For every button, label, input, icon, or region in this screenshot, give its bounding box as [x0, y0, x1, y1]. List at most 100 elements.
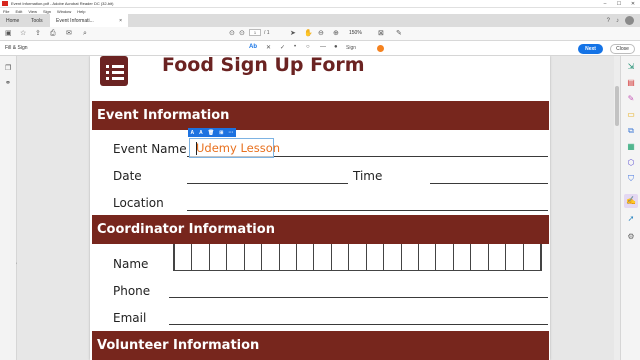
- mail-icon[interactable]: ✉: [66, 29, 72, 39]
- tab-document[interactable]: Event Informati... ×: [50, 14, 128, 27]
- bell-icon[interactable]: ♪: [616, 18, 619, 24]
- close-window-button[interactable]: ✕: [626, 0, 640, 8]
- comment-icon[interactable]: ▭: [626, 110, 636, 120]
- fit-page-icon[interactable]: ⊠: [378, 29, 384, 39]
- grow-font-button[interactable]: A: [199, 130, 203, 136]
- acrobat-app-icon: [2, 1, 8, 6]
- select-cursor-icon[interactable]: ➤: [290, 29, 296, 39]
- location-label: Location: [113, 196, 164, 210]
- time-line[interactable]: [430, 183, 548, 184]
- save-icon[interactable]: ▣: [5, 29, 12, 39]
- comb-cell-divider: [488, 244, 489, 271]
- dot-tool[interactable]: •: [294, 44, 296, 50]
- sign-button[interactable]: Sign: [346, 45, 356, 51]
- page-total: / 1: [264, 29, 270, 36]
- email-line[interactable]: [169, 324, 548, 325]
- scrollbar-thumb[interactable]: [615, 86, 619, 126]
- organize-icon[interactable]: ▦: [626, 142, 636, 152]
- pages-icon[interactable]: ❐: [5, 64, 11, 72]
- comb-cell-divider: [226, 244, 227, 271]
- upload-icon[interactable]: ⇪: [35, 29, 41, 39]
- location-line[interactable]: [187, 210, 548, 211]
- star-icon[interactable]: ☆: [20, 29, 26, 39]
- form-title: Food Sign Up Form: [162, 56, 365, 76]
- menu-view[interactable]: View: [28, 9, 37, 14]
- name-comb-field[interactable]: [173, 244, 542, 271]
- comb-icon[interactable]: ⊞: [219, 130, 223, 136]
- menu-window[interactable]: Window: [57, 9, 71, 14]
- tab-tools[interactable]: Tools: [25, 14, 50, 27]
- phone-label: Phone: [113, 284, 151, 298]
- section-coordinator-information: Coordinator Information: [92, 215, 549, 244]
- edit-pdf-icon[interactable]: ✎: [626, 94, 636, 104]
- zoom-level[interactable]: 150%: [349, 30, 362, 36]
- tabbar-right: ? ♪: [601, 16, 634, 25]
- comb-cell-divider: [348, 244, 349, 271]
- comb-cell-divider: [209, 244, 210, 271]
- comb-cell-divider: [313, 244, 314, 271]
- date-line[interactable]: [187, 183, 348, 184]
- menu-edit[interactable]: Edit: [15, 9, 22, 14]
- create-pdf-icon[interactable]: ▤: [626, 78, 636, 88]
- title-bar: Event Information.pdf - Adobe Acrobat Re…: [0, 0, 640, 8]
- close-button[interactable]: Close: [610, 44, 635, 54]
- menu-file[interactable]: File: [3, 9, 9, 14]
- fill-sign-icon[interactable]: ✍: [626, 196, 636, 206]
- section-event-information: Event Information: [92, 101, 549, 130]
- comb-cell-divider: [418, 244, 419, 271]
- comb-cell-divider: [191, 244, 192, 271]
- delete-icon[interactable]: 🗑: [208, 130, 214, 136]
- shrink-font-button[interactable]: A: [191, 130, 195, 136]
- page-navigator: 1 / 1: [249, 29, 270, 36]
- pdf-page: Food Sign Up Form Event Information Even…: [90, 56, 550, 360]
- comb-cell-divider: [540, 244, 541, 271]
- comb-cell-divider: [453, 244, 454, 271]
- comb-cell-divider: [279, 244, 280, 271]
- protect-icon[interactable]: ⬡: [626, 158, 636, 168]
- right-tools-panel: ⇲ ▤ ✎ ▭ ⧉ ▦ ⬡ ⛉ ✍ ➚ ⚙: [620, 56, 640, 360]
- phone-line[interactable]: [169, 297, 548, 298]
- maximize-button[interactable]: ☐: [612, 0, 626, 8]
- event-name-label: Event Name: [113, 142, 187, 156]
- zoom-out-icon[interactable]: ⊖: [318, 29, 324, 39]
- add-text-tool[interactable]: Ab: [249, 44, 257, 50]
- print-icon[interactable]: ⎙: [50, 29, 56, 39]
- comb-cell-divider: [296, 244, 297, 271]
- time-label: Time: [353, 169, 383, 183]
- zoom-in-icon[interactable]: ⊕: [333, 29, 339, 39]
- more-tools-icon[interactable]: ⚙: [626, 232, 636, 242]
- event-name-textbox[interactable]: Udemy Lesson: [189, 138, 280, 158]
- email-label: Email: [113, 311, 147, 325]
- send-icon[interactable]: ➚: [626, 214, 636, 224]
- highlight-icon[interactable]: ✎: [396, 29, 402, 39]
- attachment-icon[interactable]: ⚭: [5, 79, 11, 87]
- search-icon[interactable]: ⌕: [83, 29, 87, 39]
- window-title: Event Information.pdf - Adobe Acrobat Re…: [11, 1, 114, 6]
- comb-cell-divider: [383, 244, 384, 271]
- hand-icon[interactable]: ✋: [304, 29, 313, 39]
- export-pdf-icon[interactable]: ⇲: [626, 62, 636, 72]
- bullet-tool[interactable]: ●: [334, 44, 338, 50]
- next-button[interactable]: Next: [578, 44, 603, 54]
- window-controls: – ☐ ✕: [598, 0, 640, 8]
- avatar[interactable]: [625, 16, 634, 25]
- event-name-value[interactable]: Udemy Lesson: [196, 141, 280, 155]
- tab-home[interactable]: Home: [0, 14, 25, 27]
- page-down-icon[interactable]: ⊙: [239, 29, 245, 39]
- acrobat-window: Event Information.pdf - Adobe Acrobat Re…: [0, 0, 640, 360]
- menu-help[interactable]: Help: [77, 9, 85, 14]
- minimize-button[interactable]: –: [598, 0, 612, 8]
- circle-tool[interactable]: ○: [306, 44, 310, 50]
- tab-close-icon[interactable]: ×: [119, 18, 122, 24]
- more-icon[interactable]: ···: [228, 130, 233, 136]
- menu-sign[interactable]: Sign: [43, 9, 51, 14]
- page-up-icon[interactable]: ⊙: [229, 29, 235, 39]
- line-tool[interactable]: —: [320, 44, 326, 50]
- cross-tool[interactable]: ✕: [266, 44, 271, 51]
- shield-icon[interactable]: ⛉: [626, 174, 636, 184]
- check-tool[interactable]: ✓: [280, 44, 285, 51]
- help-icon[interactable]: ?: [607, 18, 610, 24]
- page-number-input[interactable]: 1: [249, 29, 261, 36]
- combine-icon[interactable]: ⧉: [626, 126, 636, 136]
- color-picker[interactable]: [377, 45, 384, 52]
